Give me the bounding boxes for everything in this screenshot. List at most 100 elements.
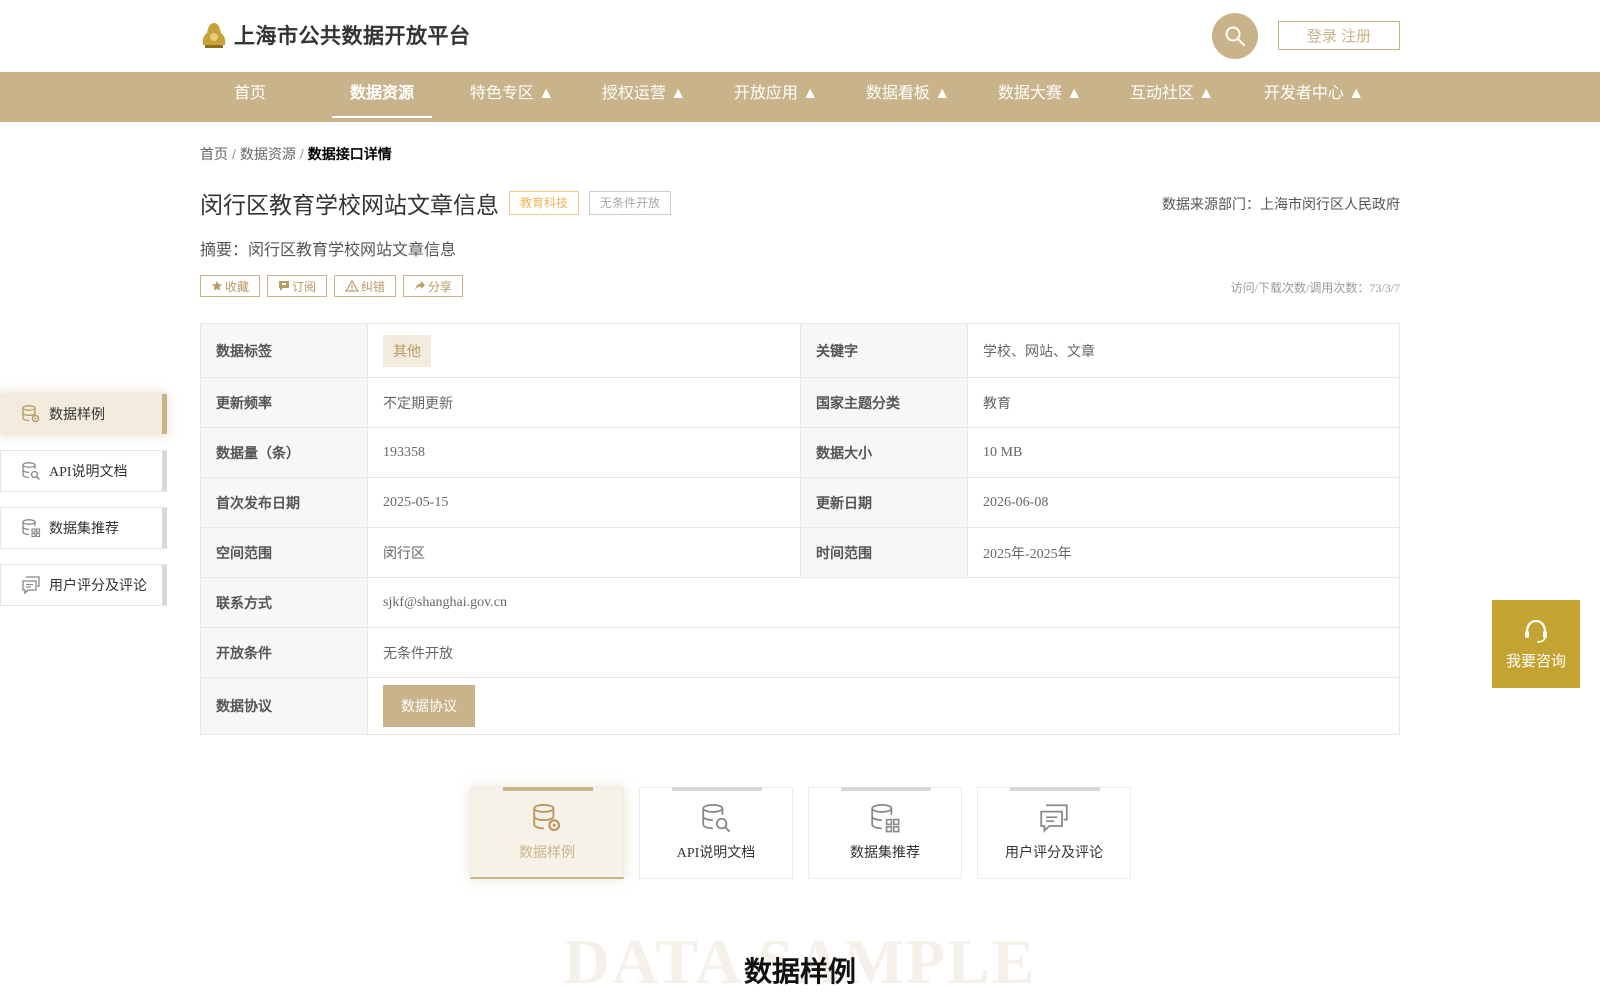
report-error-label: 纠错 xyxy=(361,279,386,294)
update-date-label: 更新日期 xyxy=(800,477,968,528)
site-title: 上海市公共数据开放平台 xyxy=(234,25,471,48)
open-condition-value: 无条件开放 xyxy=(367,627,1400,678)
first-publish-date-label: 首次发布日期 xyxy=(200,477,368,528)
side-nav-item-api-docs[interactable]: API说明文档 xyxy=(0,450,167,492)
keyword-label: 关键字 xyxy=(800,323,968,378)
record-count-label: 数据量（条） xyxy=(200,427,368,478)
search-button[interactable] xyxy=(1212,13,1258,59)
database-search-icon xyxy=(22,462,40,480)
share-icon xyxy=(415,281,426,290)
favorite-label: 收藏 xyxy=(225,279,250,294)
tab-ratings-comments[interactable]: 用户评分及评论 xyxy=(977,787,1131,879)
update-frequency-label: 更新频率 xyxy=(200,377,368,428)
tab-indicator xyxy=(672,787,762,791)
nav-item-data-contest[interactable]: 数据大赛 ▲ xyxy=(990,72,1090,122)
table-row: 数据量（条） 193358 数据大小 10 MB xyxy=(200,427,1400,478)
report-error-button[interactable]: 纠错 xyxy=(334,275,397,297)
table-row: 开放条件 无条件开放 xyxy=(200,627,1400,678)
table-row: 数据协议 数据协议 xyxy=(200,677,1400,735)
breadcrumb-separator: / xyxy=(299,146,304,162)
nav-item-developer-center[interactable]: 开发者中心 ▲ xyxy=(1254,72,1374,122)
database-grid-icon xyxy=(871,803,900,833)
data-tag-label: 数据标签 xyxy=(200,323,368,378)
subscribe-button[interactable]: 订阅 xyxy=(267,275,328,297)
visit-download-call-stats: 访问/下载次数/调用次数：73/3/7 xyxy=(1230,281,1400,295)
breadcrumb: 首页 / 数据资源 / 数据接口详情 xyxy=(200,144,392,164)
database-gear-icon xyxy=(22,405,40,423)
site-logo[interactable]: 上海市公共数据开放平台 xyxy=(200,20,471,50)
side-nav-label: API说明文档 xyxy=(49,465,128,480)
nav-item-data-dashboard[interactable]: 数据看板 ▲ xyxy=(858,72,958,122)
time-range-value: 2025年-2025年 xyxy=(967,527,1400,578)
nav-item-authorized-ops[interactable]: 授权运营 ▲ xyxy=(594,72,694,122)
open-condition-label: 开放条件 xyxy=(200,627,368,678)
consult-button[interactable]: 我要咨询 xyxy=(1492,600,1580,688)
dataset-summary: 摘要：闵行区教育学校网站文章信息 xyxy=(200,242,457,259)
database-search-icon xyxy=(702,803,731,833)
tab-indicator xyxy=(841,787,931,791)
source-department: 数据来源部门：上海市闵行区人民政府 xyxy=(1162,196,1400,212)
nav-item-community[interactable]: 互动社区 ▲ xyxy=(1122,72,1222,122)
open-condition-tag: 无条件开放 xyxy=(589,191,672,215)
spatial-scope-value: 闵行区 xyxy=(367,527,801,578)
spatial-scope-label: 空间范围 xyxy=(200,527,368,578)
tab-api-docs[interactable]: API说明文档 xyxy=(639,787,793,879)
contact-label: 联系方式 xyxy=(200,577,368,628)
data-tag-cell: 其他 xyxy=(367,323,801,378)
tab-dataset-recommend[interactable]: 数据集推荐 xyxy=(808,787,962,879)
warning-icon xyxy=(345,280,360,292)
table-row: 首次发布日期 2025-05-15 更新日期 2026-06-08 xyxy=(200,477,1400,528)
tab-label: 数据样例 xyxy=(519,846,575,861)
share-button[interactable]: 分享 xyxy=(403,275,464,297)
data-protocol-cell: 数据协议 xyxy=(367,677,1400,735)
consult-label: 我要咨询 xyxy=(1505,652,1566,670)
dataset-info-table: 数据标签 其他 关键字 学校、网站、文章 更新频率 不定期更新 国家主题分类 教… xyxy=(200,323,1400,735)
side-nav-item-ratings-comments[interactable]: 用户评分及评论 xyxy=(0,564,167,606)
update-date-value: 2026-06-08 xyxy=(967,477,1400,528)
table-row: 更新频率 不定期更新 国家主题分类 教育 xyxy=(200,377,1400,428)
nav-item-data-resources[interactable]: 数据资源 xyxy=(332,72,432,122)
comments-icon xyxy=(1040,804,1068,833)
tab-data-sample[interactable]: 数据样例 xyxy=(470,787,624,879)
site-header: 上海市公共数据开放平台 登录 注册 xyxy=(0,0,1600,72)
time-range-label: 时间范围 xyxy=(800,527,968,578)
data-protocol-label: 数据协议 xyxy=(200,677,368,735)
share-label: 分享 xyxy=(428,279,453,294)
dataset-title: 闵行区教育学校网站文章信息 xyxy=(200,192,499,218)
dataset-title-row: 闵行区教育学校网站文章信息 教育科技 无条件开放 xyxy=(200,186,672,220)
nav-item-home[interactable]: 首页 xyxy=(200,72,300,122)
side-nav-item-data-sample[interactable]: 数据样例 xyxy=(0,393,167,435)
tab-indicator xyxy=(1010,787,1100,791)
contact-value: sjkf@shanghai.gov.cn xyxy=(367,577,1400,628)
section-title: 数据样例 xyxy=(743,956,856,987)
favorite-button[interactable]: 收藏 xyxy=(200,275,261,297)
category-tag: 教育科技 xyxy=(509,191,580,215)
star-icon xyxy=(211,280,223,291)
logo-icon xyxy=(202,23,226,48)
main-nav: 首页 数据资源 特色专区 ▲ 授权运营 ▲ 开放应用 ▲ 数据看板 ▲ 数据大赛… xyxy=(0,72,1600,122)
breadcrumb-separator: / xyxy=(232,146,236,162)
headset-icon xyxy=(1525,619,1547,643)
table-row: 联系方式 sjkf@shanghai.gov.cn xyxy=(200,577,1400,628)
tab-indicator xyxy=(503,787,593,791)
theme-category-label: 国家主题分类 xyxy=(800,377,968,428)
keyword-value: 学校、网站、文章 xyxy=(967,323,1400,378)
dataset-actions: 收藏 订阅 纠错 分享 xyxy=(200,275,470,297)
breadcrumb-home[interactable]: 首页 xyxy=(200,146,228,162)
side-nav-label: 用户评分及评论 xyxy=(49,579,147,594)
nav-item-open-apps[interactable]: 开放应用 ▲ xyxy=(726,72,826,122)
data-size-label: 数据大小 xyxy=(800,427,968,478)
database-grid-icon xyxy=(22,519,41,538)
table-row: 数据标签 其他 关键字 学校、网站、文章 xyxy=(200,323,1400,378)
breadcrumb-data-resources[interactable]: 数据资源 xyxy=(240,146,296,162)
database-gear-icon xyxy=(533,803,561,832)
tab-label: 数据集推荐 xyxy=(850,846,920,861)
data-protocol-button[interactable]: 数据协议 xyxy=(383,685,475,727)
tab-label: API说明文档 xyxy=(676,846,756,861)
data-tag-pill: 其他 xyxy=(383,334,431,367)
nav-item-special-zones[interactable]: 特色专区 ▲ xyxy=(462,72,562,122)
login-register-button[interactable]: 登录 注册 xyxy=(1278,21,1400,50)
first-publish-date-value: 2025-05-15 xyxy=(367,477,801,528)
side-nav-item-dataset-recommend[interactable]: 数据集推荐 xyxy=(0,507,167,549)
subscribe-label: 订阅 xyxy=(292,279,317,294)
